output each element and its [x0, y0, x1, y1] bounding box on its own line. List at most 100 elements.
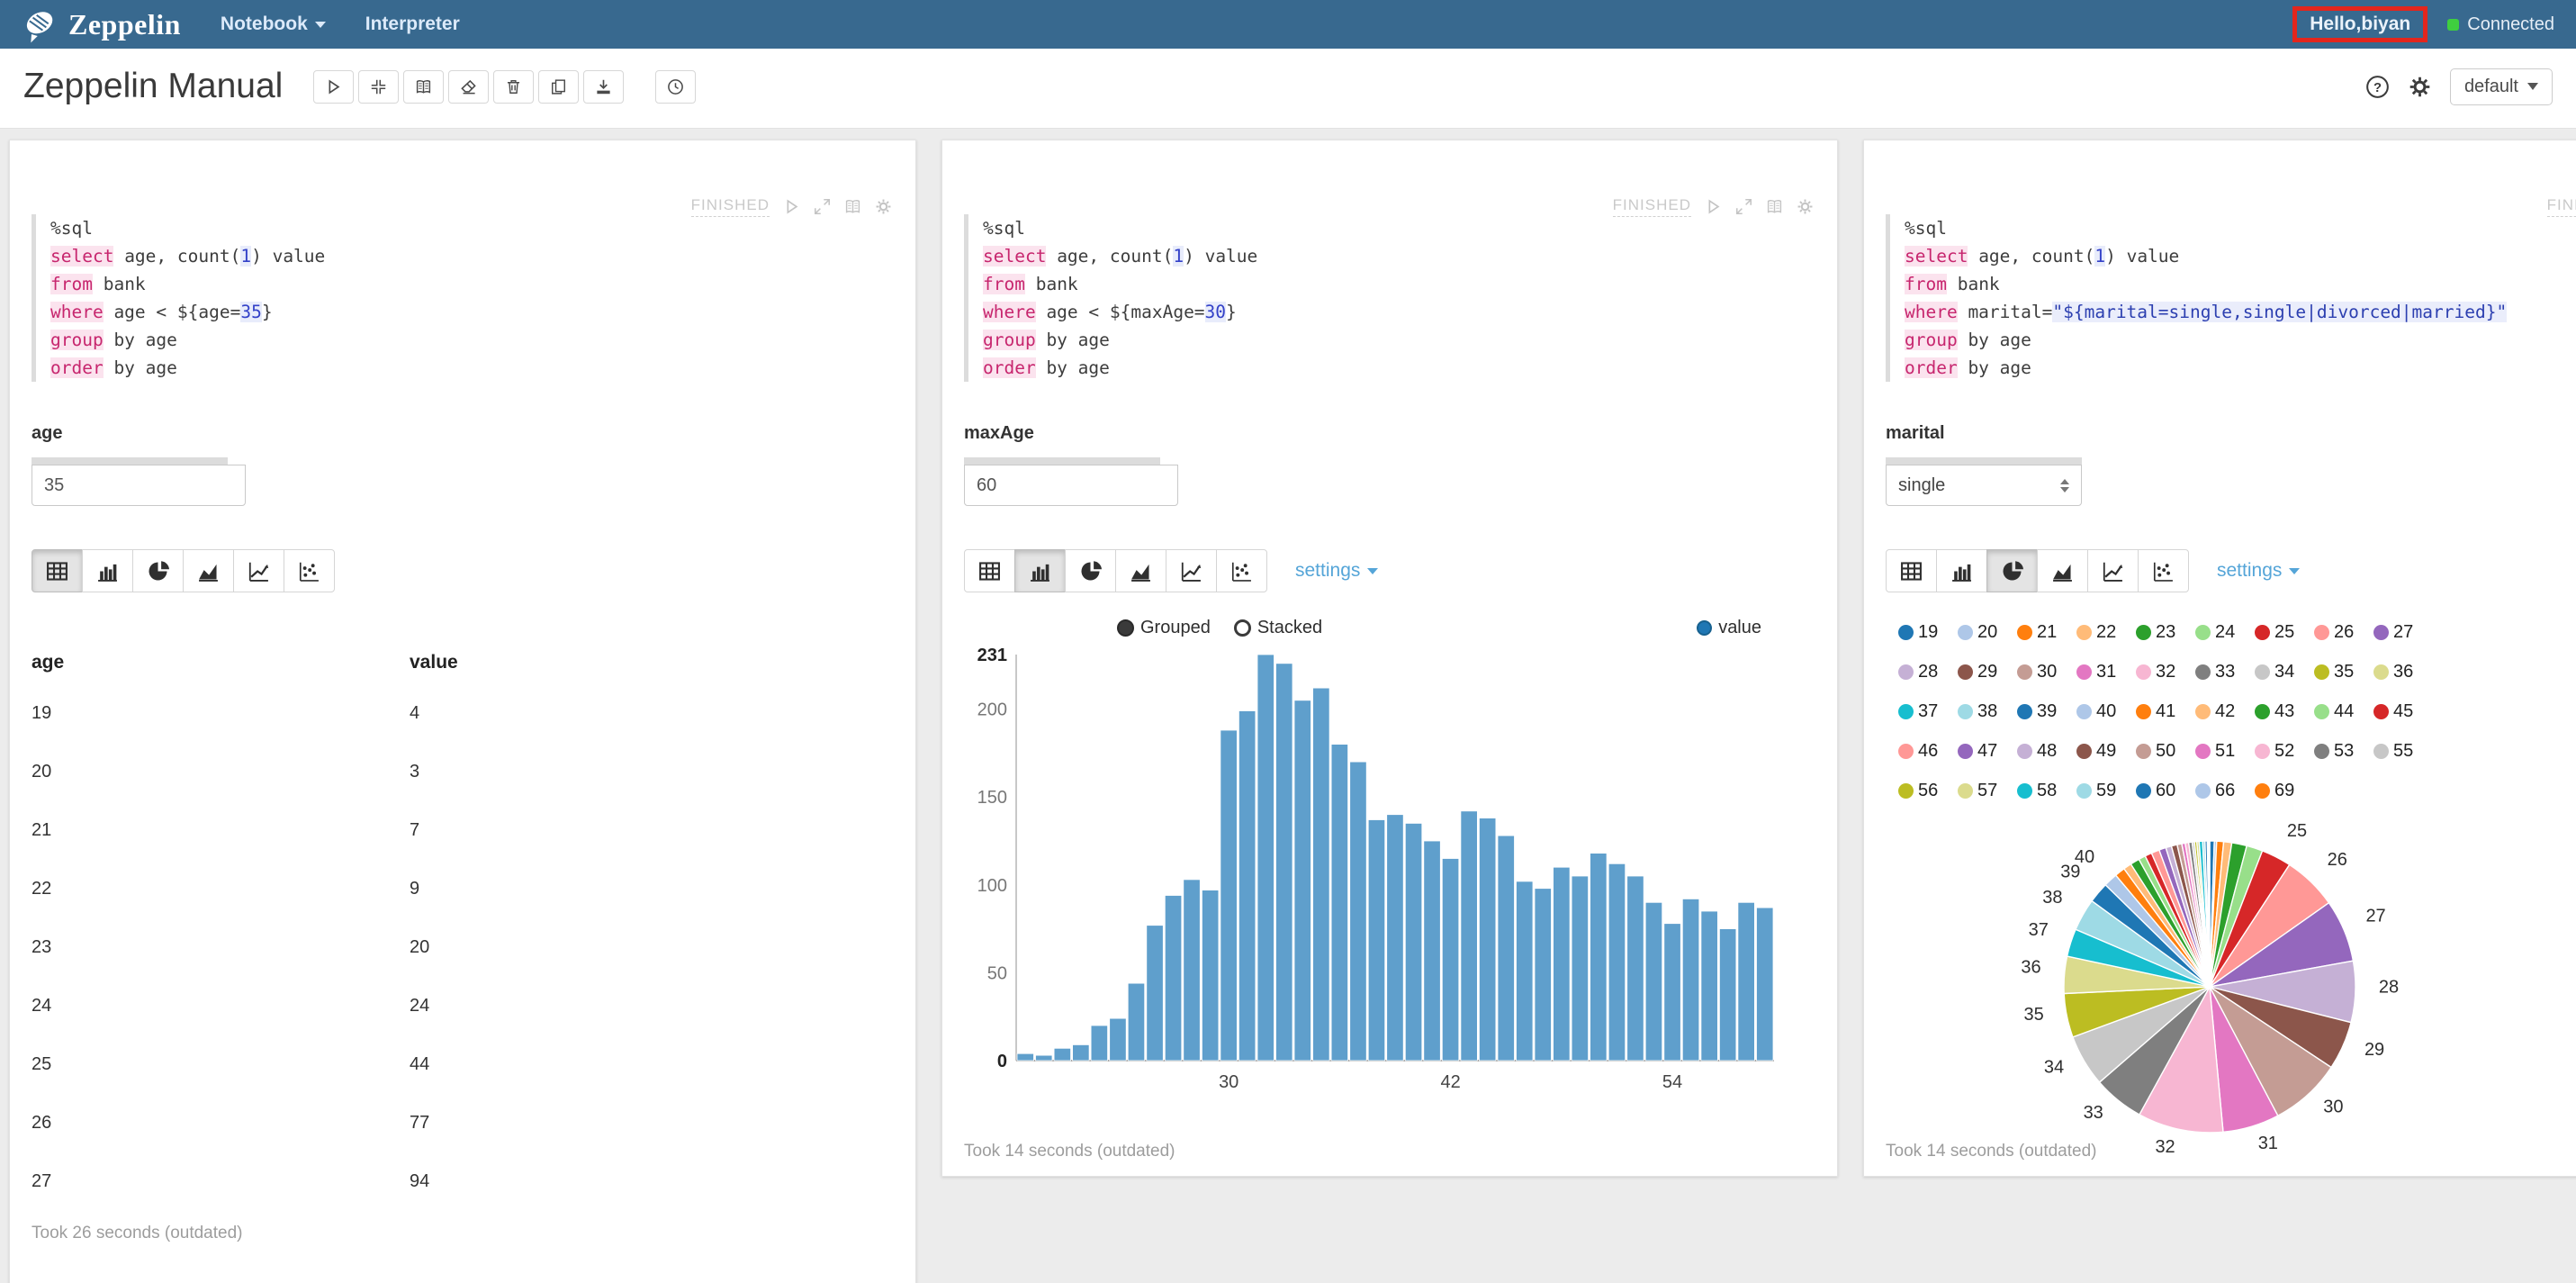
chart-tab-table[interactable]	[32, 549, 83, 592]
chart-tab-area[interactable]	[183, 549, 234, 592]
gear-icon[interactable]	[2408, 75, 2432, 99]
code-line: select age, count(1) value	[983, 242, 1815, 270]
chart-tab-scatter[interactable]	[1216, 549, 1267, 592]
legend-item-40[interactable]: 40	[2076, 691, 2136, 731]
delete-note-button[interactable]	[493, 70, 534, 104]
legend-item-28[interactable]: 28	[1898, 652, 1958, 691]
code-editor[interactable]: %sqlselect age, count(1) valuefrom bankw…	[964, 214, 1815, 382]
legend-item-38[interactable]: 38	[1958, 691, 2017, 731]
code-line: order by age	[1905, 354, 2576, 382]
expand-paragraph-button[interactable]	[1735, 198, 1752, 215]
chart-tab-bar[interactable]	[1936, 549, 1987, 592]
legend-item-32[interactable]: 32	[2136, 652, 2195, 691]
legend-item-24[interactable]: 24	[2195, 612, 2255, 652]
legend-item-26[interactable]: 26	[2314, 612, 2373, 652]
legend-item-37[interactable]: 37	[1898, 691, 1958, 731]
chart-tab-area[interactable]	[2037, 549, 2088, 592]
legend-item-23[interactable]: 23	[2136, 612, 2195, 652]
legend-item-44[interactable]: 44	[2314, 691, 2373, 731]
chart-tab-line[interactable]	[2087, 549, 2139, 592]
legend-item-58[interactable]: 58	[2017, 771, 2076, 810]
radio-stacked[interactable]: Stacked	[1234, 618, 1322, 638]
legend-item-20[interactable]: 20	[1958, 612, 2017, 652]
chart-tab-pie[interactable]	[1065, 549, 1116, 592]
chart-tab-table[interactable]	[1886, 549, 1937, 592]
menu-interpreter[interactable]: Interpreter	[365, 14, 460, 35]
legend-item-value[interactable]: value	[1697, 618, 1761, 638]
paragraph-settings-button[interactable]	[875, 198, 892, 215]
user-greeting[interactable]: Hello,biyan	[2292, 6, 2427, 42]
legend-item-42[interactable]: 42	[2195, 691, 2255, 731]
maxAge-input[interactable]	[964, 465, 1178, 506]
interpreter-binding-button[interactable]: default	[2450, 68, 2553, 105]
export-note-button[interactable]	[583, 70, 624, 104]
legend-item-57[interactable]: 57	[1958, 771, 2017, 810]
legend-item-56[interactable]: 56	[1898, 771, 1958, 810]
legend-item-29[interactable]: 29	[1958, 652, 2017, 691]
menu-notebook[interactable]: Notebook	[221, 14, 326, 35]
chart-tab-area[interactable]	[1115, 549, 1166, 592]
legend-item-19[interactable]: 19	[1898, 612, 1958, 652]
legend-item-66[interactable]: 66	[2195, 771, 2255, 810]
legend-item-27[interactable]: 27	[2373, 612, 2433, 652]
legend-item-39[interactable]: 39	[2017, 691, 2076, 731]
expand-paragraph-button[interactable]	[814, 198, 831, 215]
legend-item-41[interactable]: 41	[2136, 691, 2195, 731]
toggle-editor-button[interactable]	[1766, 198, 1783, 215]
legend-item-48[interactable]: 48	[2017, 731, 2076, 771]
legend-item-25[interactable]: 25	[2255, 612, 2314, 652]
legend-item-49[interactable]: 49	[2076, 731, 2136, 771]
run-paragraph-button[interactable]	[1705, 198, 1722, 215]
legend-item-50[interactable]: 50	[2136, 731, 2195, 771]
chart-tab-pie[interactable]	[132, 549, 184, 592]
legend-item-52[interactable]: 52	[2255, 731, 2314, 771]
chart-tab-table[interactable]	[964, 549, 1015, 592]
age-input[interactable]	[32, 465, 246, 506]
chart-tab-bar[interactable]	[82, 549, 133, 592]
chart-tab-line[interactable]	[233, 549, 284, 592]
run-all-button[interactable]	[313, 70, 354, 104]
toggle-output-button[interactable]	[403, 70, 444, 104]
radio-grouped[interactable]: Grouped	[1117, 618, 1211, 638]
run-paragraph-button[interactable]	[783, 198, 800, 215]
scheduler-button[interactable]	[655, 70, 696, 104]
clear-output-button[interactable]	[448, 70, 489, 104]
legend-item-31[interactable]: 31	[2076, 652, 2136, 691]
chart-tab-scatter[interactable]	[284, 549, 335, 592]
legend-item-59[interactable]: 59	[2076, 771, 2136, 810]
legend-item-43[interactable]: 43	[2255, 691, 2314, 731]
legend-item-69[interactable]: 69	[2255, 771, 2314, 810]
legend-item-47[interactable]: 47	[1958, 731, 2017, 771]
chart-tab-line[interactable]	[1166, 549, 1217, 592]
pie-chart[interactable]: 25262728293031323334353637383940	[1931, 810, 2576, 1177]
legend-item-53[interactable]: 53	[2314, 731, 2373, 771]
chart-tab-scatter[interactable]	[2138, 549, 2189, 592]
legend-item-34[interactable]: 34	[2255, 652, 2314, 691]
code-editor[interactable]: %sqlselect age, count(1) valuefrom bankw…	[1886, 214, 2576, 382]
legend-item-22[interactable]: 22	[2076, 612, 2136, 652]
chart-tab-bar[interactable]	[1014, 549, 1066, 592]
legend-item-35[interactable]: 35	[2314, 652, 2373, 691]
legend-item-46[interactable]: 46	[1898, 731, 1958, 771]
legend-item-45[interactable]: 45	[2373, 691, 2433, 731]
legend-item-21[interactable]: 21	[2017, 612, 2076, 652]
note-title[interactable]: Zeppelin Manual	[23, 67, 283, 106]
legend-item-51[interactable]: 51	[2195, 731, 2255, 771]
legend-item-55[interactable]: 55	[2373, 731, 2433, 771]
chart-settings-toggle[interactable]: settings	[2217, 560, 2300, 582]
bar-chart[interactable]: 050100150200231304254	[964, 644, 1815, 1103]
legend-item-30[interactable]: 30	[2017, 652, 2076, 691]
clone-note-button[interactable]	[538, 70, 579, 104]
legend-item-60[interactable]: 60	[2136, 771, 2195, 810]
home-link[interactable]: Zeppelin	[22, 5, 181, 43]
marital-select[interactable]: single	[1886, 465, 2082, 506]
paragraph-settings-button[interactable]	[1797, 198, 1814, 215]
toggle-code-button[interactable]	[358, 70, 399, 104]
legend-item-36[interactable]: 36	[2373, 652, 2433, 691]
legend-item-33[interactable]: 33	[2195, 652, 2255, 691]
chart-tab-pie[interactable]	[1986, 549, 2038, 592]
help-icon[interactable]: ?	[2365, 75, 2390, 99]
code-editor[interactable]: %sqlselect age, count(1) valuefrom bankw…	[32, 214, 894, 382]
chart-settings-toggle[interactable]: settings	[1295, 560, 1378, 582]
toggle-editor-button[interactable]	[844, 198, 861, 215]
